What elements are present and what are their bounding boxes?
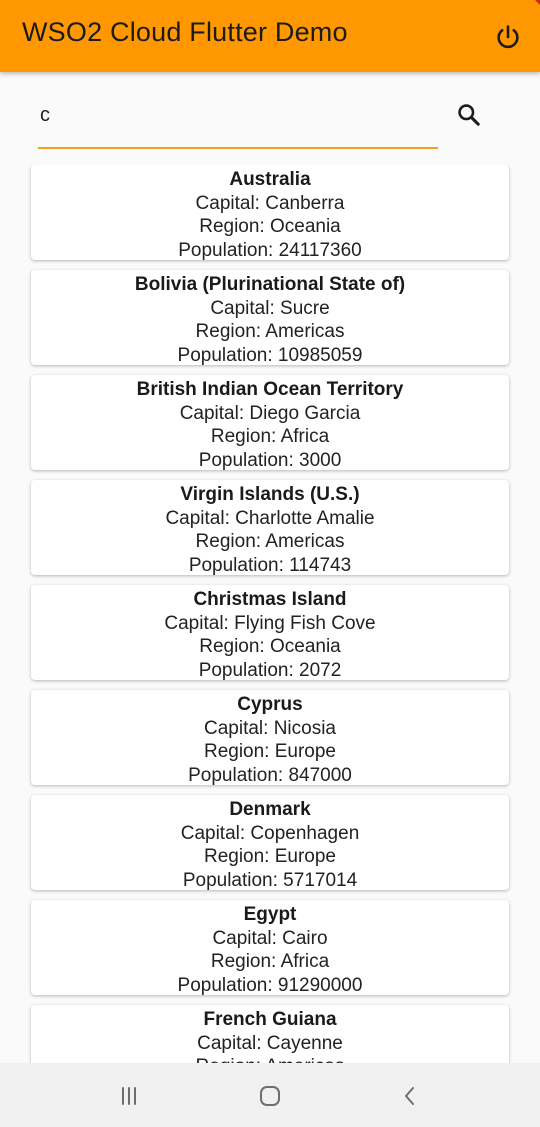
country-card[interactable]: Cyprus Capital: Nicosia Region: Europe P… — [31, 690, 509, 786]
country-name: Bolivia (Plurinational State of) — [134, 274, 406, 295]
country-region: Region: Europe — [203, 741, 337, 762]
country-population: Population: 91290000 — [177, 974, 363, 996]
home-icon — [260, 1086, 280, 1106]
country-card[interactable]: Denmark Capital: Copenhagen Region: Euro… — [31, 795, 509, 891]
search-input[interactable] — [38, 98, 434, 132]
country-name: Cyprus — [237, 694, 303, 715]
country-card[interactable]: French Guiana Capital: Cayenne Region: A… — [31, 1005, 509, 1063]
country-region: Region: Oceania — [199, 636, 341, 657]
app-bar: WSO2 Cloud Flutter Demo — [0, 0, 540, 72]
country-card[interactable]: British Indian Ocean Territory Capital: … — [31, 375, 509, 471]
country-capital: Capital: Charlotte Amalie — [165, 507, 375, 529]
country-capital: Capital: Diego Garcia — [179, 402, 361, 424]
country-capital: Capital: Flying Fish Cove — [164, 612, 376, 634]
country-population: Population: 5717014 — [182, 869, 358, 891]
country-card[interactable]: Virgin Islands (U.S.) Capital: Charlotte… — [31, 480, 509, 576]
country-card[interactable]: Egypt Capital: Cairo Region: Africa Popu… — [31, 900, 509, 996]
country-population: Population: 3000 — [198, 449, 342, 471]
country-capital: Capital: Cayenne — [197, 1032, 343, 1054]
home-button[interactable] — [253, 1079, 287, 1113]
country-name: Virgin Islands (U.S.) — [180, 484, 360, 505]
back-icon — [405, 1087, 414, 1105]
country-region: Region: Africa — [210, 426, 330, 447]
country-card[interactable]: Christmas Island Capital: Flying Fish Co… — [31, 585, 509, 681]
country-capital: Capital: Nicosia — [204, 717, 336, 739]
app-screen: WSO2 Cloud Flutter Demo Australia Capita… — [0, 0, 540, 1127]
country-capital: Capital: Canberra — [195, 192, 345, 214]
country-name: Egypt — [243, 904, 297, 925]
back-button[interactable] — [393, 1079, 427, 1113]
country-region: Region: Europe — [203, 846, 337, 867]
system-nav-bar — [0, 1063, 540, 1127]
recents-icon — [122, 1087, 136, 1105]
country-region: Region: Oceania — [199, 216, 341, 237]
search-icon — [458, 104, 480, 126]
country-region: Region: Americas — [195, 531, 345, 552]
country-population: Population: 114743 — [188, 554, 352, 576]
search-button[interactable] — [454, 100, 484, 130]
country-card[interactable]: Bolivia (Plurinational State of) Capital… — [31, 270, 509, 366]
power-icon — [497, 25, 519, 49]
country-region: Region: Americas — [31, 1055, 509, 1063]
country-list[interactable]: Australia Capital: Canberra Region: Ocea… — [0, 165, 540, 1063]
search-field — [38, 90, 438, 149]
country-population: Population: 847000 — [188, 764, 352, 786]
country-population: Population: 24117360 — [178, 239, 362, 261]
logout-button[interactable] — [491, 20, 525, 54]
country-population: Population: 2072 — [198, 659, 342, 681]
country-card[interactable]: Australia Capital: Canberra Region: Ocea… — [31, 165, 509, 261]
country-name: British Indian Ocean Territory — [136, 379, 404, 400]
app-title: WSO2 Cloud Flutter Demo — [22, 17, 348, 47]
country-name: Australia — [229, 169, 311, 190]
country-region: Region: Africa — [210, 951, 330, 972]
country-region: Region: Americas — [195, 321, 345, 342]
country-name: Christmas Island — [193, 589, 347, 610]
country-population: Population: 10985059 — [177, 344, 363, 366]
country-capital: Capital: Copenhagen — [180, 822, 360, 844]
recents-button[interactable] — [112, 1079, 146, 1113]
country-capital: Capital: Cairo — [212, 927, 328, 949]
country-name: Denmark — [229, 799, 311, 820]
country-name: French Guiana — [203, 1009, 337, 1030]
country-capital: Capital: Sucre — [210, 297, 330, 319]
